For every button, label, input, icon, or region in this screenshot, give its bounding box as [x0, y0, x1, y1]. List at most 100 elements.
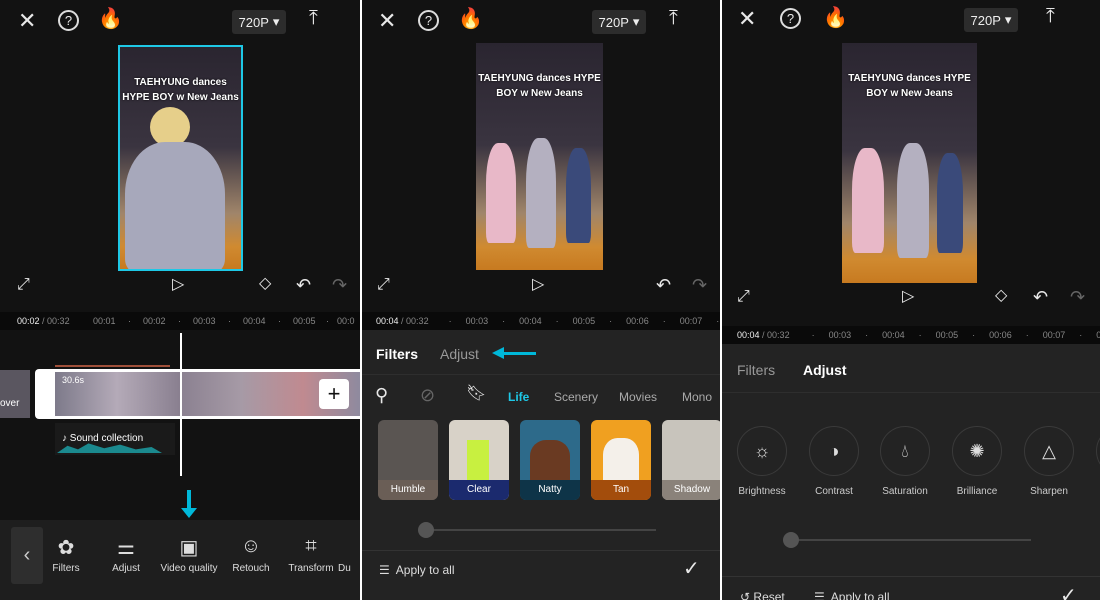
adjust-brightness[interactable]: ☼: [737, 426, 787, 476]
reset-button[interactable]: ↺ Reset: [740, 590, 785, 600]
help-icon[interactable]: ?: [418, 10, 439, 31]
tick-label: 00:03: [193, 316, 216, 326]
redo-icon[interactable]: ↷: [332, 276, 347, 294]
video-quality-hd-icon: ▣: [179, 537, 199, 559]
tab-adjust[interactable]: Adjust: [803, 362, 847, 378]
saturation-drop-icon: 💧︎: [901, 440, 909, 461]
filter-natty[interactable]: Natty: [520, 420, 580, 500]
audio-track[interactable]: ♪ Sound collection: [55, 423, 175, 455]
contrast-icon: ◑: [828, 440, 840, 461]
panel-editor: ✕ ? 🔥 720P ▾ ⤒ TAEHYUNG dances HYPE BOY w…: [0, 0, 360, 600]
filter-shadow[interactable]: Shadow: [662, 420, 720, 500]
panel-adjust: ✕ ? 🔥 720P ▾ ⤒ TAEHYUNG dances HYPE BOY w…: [722, 0, 1100, 600]
tick-label: 00:0: [337, 316, 355, 326]
video-preview[interactable]: TAEHYUNG dances HYPE BOY w New Jeans: [842, 43, 977, 283]
tick-label: 00:02: [143, 316, 166, 326]
slider-knob[interactable]: [418, 522, 434, 538]
brilliance-icon: ✺: [969, 440, 985, 461]
adjust-sharpen[interactable]: △: [1024, 426, 1074, 476]
video-preview[interactable]: TAEHYUNG dances HYPE BOY w New Jeans: [476, 43, 603, 270]
resolution-dropdown[interactable]: 720P ▾: [964, 8, 1018, 32]
filter-humble[interactable]: Humble: [378, 420, 438, 500]
keyframe-icon[interactable]: ◇: [995, 288, 1007, 304]
close-icon[interactable]: ✕: [738, 8, 756, 30]
undo-icon[interactable]: ↶: [296, 276, 311, 294]
undo-icon[interactable]: ↶: [656, 276, 671, 294]
resolution-dropdown[interactable]: 720P ▾: [592, 10, 646, 34]
clip-duration: 30.6s: [62, 375, 85, 385]
panel-filters: ✕ ? 🔥 720P ▾ ⤒ TAEHYUNG dances HYPE BOY w…: [362, 0, 720, 600]
category-life[interactable]: Life: [508, 390, 529, 404]
tab-adjust[interactable]: Adjust: [440, 346, 479, 362]
clip-selection-bar: [55, 365, 170, 367]
tool-adjust[interactable]: ⚌ Adjust: [91, 535, 161, 574]
adjust-more[interactable]: [1096, 426, 1100, 476]
tool-transform[interactable]: ⌗ Transform: [276, 535, 346, 574]
annotation-arrow-left: [502, 352, 536, 355]
redo-icon[interactable]: ↷: [1070, 288, 1085, 306]
tool-duplicate[interactable]: Du: [338, 535, 360, 574]
reset-icon: ↺: [740, 590, 751, 600]
keyframe-icon[interactable]: ◇: [259, 276, 271, 292]
bookmark-icon[interactable]: 🔖︎: [466, 386, 486, 402]
adjust-icon: ⚌: [117, 537, 135, 559]
slider-knob[interactable]: [783, 532, 799, 548]
resolution-dropdown[interactable]: 720P ▾: [232, 10, 286, 34]
play-icon[interactable]: ▷: [532, 277, 544, 293]
layers-icon: ☰: [814, 590, 825, 600]
help-icon[interactable]: ?: [58, 10, 79, 31]
filter-tan[interactable]: Tan: [591, 420, 651, 500]
flame-icon[interactable]: 🔥: [458, 9, 483, 29]
category-scenery[interactable]: Scenery: [554, 390, 598, 404]
undo-icon[interactable]: ↶: [1033, 288, 1048, 306]
redo-icon[interactable]: ↷: [692, 276, 707, 294]
search-icon[interactable]: ⚲: [375, 386, 388, 404]
flame-icon[interactable]: 🔥: [98, 9, 123, 29]
tab-filters[interactable]: Filters: [737, 362, 775, 378]
sound-collection-label: ♪ Sound collection: [62, 433, 144, 444]
apply-to-all-button[interactable]: ☰ Apply to all: [379, 563, 454, 577]
confirm-check-icon[interactable]: ✓: [683, 559, 700, 579]
fullscreen-icon[interactable]: ⤢: [377, 277, 390, 293]
playhead[interactable]: [180, 333, 182, 476]
flame-icon[interactable]: 🔥: [823, 8, 848, 28]
video-clip-track[interactable]: 30.6s +: [35, 369, 360, 419]
tool-video-quality[interactable]: ▣ Video quality: [154, 535, 224, 574]
adjust-value-slider[interactable]: [783, 532, 1031, 548]
cover-thumb[interactable]: over: [0, 370, 30, 418]
close-icon[interactable]: ✕: [378, 10, 396, 32]
tick-label: 00:05: [293, 316, 316, 326]
play-icon[interactable]: ▷: [172, 277, 184, 293]
add-clip-button[interactable]: +: [319, 379, 349, 409]
no-filter-icon[interactable]: ⊘: [420, 386, 435, 404]
video-preview[interactable]: TAEHYUNG dances HYPE BOY w New Jeans: [118, 45, 243, 271]
adjust-saturation[interactable]: 💧︎: [880, 426, 930, 476]
annotation-arrow-down: [187, 490, 191, 510]
export-icon[interactable]: ⤒: [309, 8, 318, 28]
export-icon[interactable]: ⤒: [669, 8, 678, 28]
tab-filters[interactable]: Filters: [376, 346, 418, 362]
help-icon[interactable]: ?: [780, 8, 801, 29]
fullscreen-icon[interactable]: ⤢: [737, 289, 750, 305]
filters-sheet: Filters Adjust ⚲ ⊘ 🔖︎ Life Scenery Movie…: [362, 330, 720, 600]
layers-icon: ☰: [379, 563, 390, 577]
filter-intensity-slider[interactable]: [418, 522, 656, 538]
tick-label: 00:01: [93, 316, 116, 326]
adjust-contrast[interactable]: ◑: [809, 426, 859, 476]
adjust-brilliance[interactable]: ✺: [952, 426, 1002, 476]
category-mono[interactable]: Mono: [682, 390, 712, 404]
category-movies[interactable]: Movies: [619, 390, 657, 404]
filter-clear[interactable]: Clear: [449, 420, 509, 500]
apply-to-all-button[interactable]: ☰ Apply to all: [814, 590, 889, 600]
export-icon[interactable]: ⤒: [1046, 6, 1055, 26]
confirm-check-icon[interactable]: ✓: [1060, 586, 1077, 600]
timeline-ruler[interactable]: 00:02 / 00:32 00:01 · 00:02 · 00:03 · 00…: [0, 312, 360, 330]
close-icon[interactable]: ✕: [18, 10, 36, 32]
crop-icon: ⌗: [305, 535, 317, 557]
timeline-ruler[interactable]: 00:04 / 00:32 · 00:03 · 00:04 · 00:05 · 00:06 · 0…: [722, 326, 1100, 344]
sharpen-triangle-icon: △: [1042, 440, 1056, 461]
fullscreen-icon[interactable]: ⤢: [17, 277, 30, 293]
tick-label: 00:04: [243, 316, 266, 326]
timeline-ruler[interactable]: 00:04 / 00:32 · 00:03 · 00:04 · 00:05 · 00:06 · 0…: [362, 312, 720, 330]
play-icon[interactable]: ▷: [902, 289, 914, 305]
